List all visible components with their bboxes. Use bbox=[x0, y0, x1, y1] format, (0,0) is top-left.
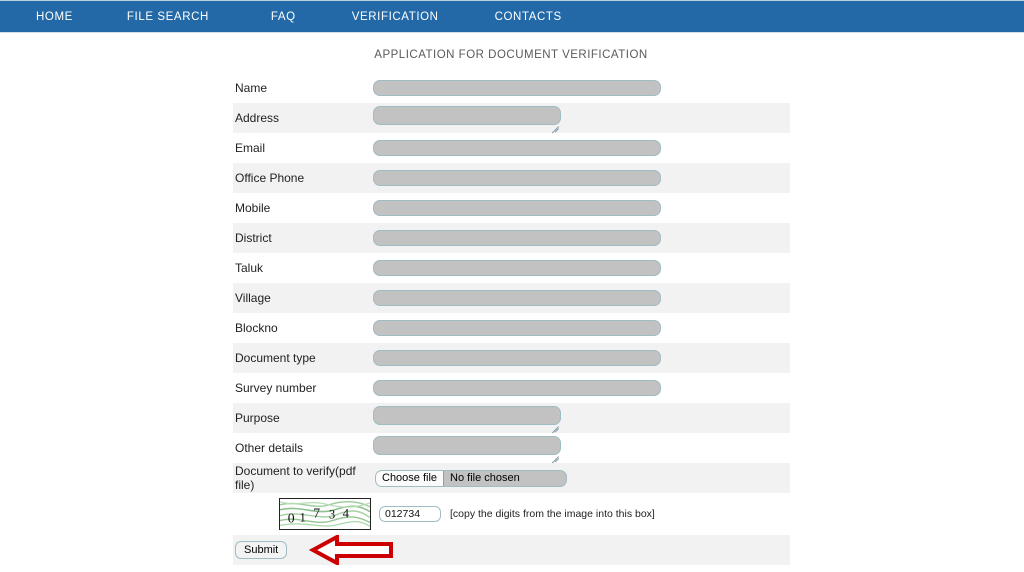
form-row-office-phone: Office Phone bbox=[233, 163, 790, 193]
form-row-village: Village bbox=[233, 283, 790, 313]
office-phone-input[interactable] bbox=[373, 170, 661, 186]
label-purpose: Purpose bbox=[235, 411, 280, 425]
svg-text:0: 0 bbox=[288, 510, 295, 525]
form-row-purpose: Purpose bbox=[233, 403, 790, 433]
label-mobile: Mobile bbox=[235, 201, 271, 215]
svg-text:7: 7 bbox=[313, 506, 320, 521]
form-row-email: Email bbox=[233, 133, 790, 163]
form-row-other-details: Other details bbox=[233, 433, 790, 463]
captcha-image: 0 1 7 3 4 bbox=[279, 498, 371, 530]
district-input[interactable] bbox=[373, 230, 661, 246]
label-address: Address bbox=[235, 111, 280, 125]
submit-button[interactable]: Submit bbox=[235, 540, 288, 560]
label-village: Village bbox=[235, 291, 271, 305]
captcha-hint-text: [copy the digits from the image into thi… bbox=[450, 508, 655, 520]
captcha-input[interactable] bbox=[379, 506, 441, 522]
label-email: Email bbox=[235, 141, 266, 155]
email-input[interactable] bbox=[373, 140, 661, 156]
mobile-input[interactable] bbox=[373, 200, 661, 216]
verification-form: Name Address Email Office Phone Mobile D… bbox=[233, 73, 790, 565]
survey-number-input[interactable] bbox=[373, 380, 661, 396]
purpose-textarea[interactable] bbox=[373, 406, 561, 425]
file-status-text: No file chosen bbox=[450, 472, 520, 484]
form-row-survey-number: Survey number bbox=[233, 373, 790, 403]
label-district: District bbox=[235, 231, 272, 245]
label-taluk: Taluk bbox=[235, 261, 264, 275]
choose-file-button[interactable]: Choose file bbox=[376, 470, 445, 486]
document-file-input[interactable]: Choose file No file chosen bbox=[375, 469, 568, 487]
nav-item-file-search[interactable]: FILE SEARCH bbox=[127, 11, 209, 23]
label-document-type: Document type bbox=[235, 351, 316, 365]
nav-item-home[interactable]: HOME bbox=[36, 11, 73, 23]
form-row-captcha: 0 1 7 3 4 [copy the digits from the imag… bbox=[233, 493, 790, 535]
label-blockno: Blockno bbox=[235, 321, 278, 335]
label-survey-number: Survey number bbox=[235, 381, 317, 395]
form-row-district: District bbox=[233, 223, 790, 253]
document-type-input[interactable] bbox=[373, 350, 661, 366]
svg-text:3: 3 bbox=[329, 508, 335, 522]
svg-text:4: 4 bbox=[343, 507, 350, 521]
svg-text:1: 1 bbox=[300, 510, 306, 524]
other-details-textarea[interactable] bbox=[373, 436, 561, 455]
form-row-name: Name bbox=[233, 73, 790, 103]
red-arrow-icon bbox=[309, 535, 395, 565]
label-office-phone: Office Phone bbox=[235, 171, 305, 185]
nav-item-contacts[interactable]: CONTACTS bbox=[495, 11, 562, 23]
form-row-blockno: Blockno bbox=[233, 313, 790, 343]
label-name: Name bbox=[235, 81, 268, 95]
main-navigation-bar: HOME FILE SEARCH FAQ VERIFICATION CONTAC… bbox=[0, 0, 1024, 33]
label-other-details: Other details bbox=[235, 441, 304, 455]
taluk-input[interactable] bbox=[373, 260, 661, 276]
form-row-taluk: Taluk bbox=[233, 253, 790, 283]
form-row-document-type: Document type bbox=[233, 343, 790, 373]
label-document-upload: Document to verify(pdf file) bbox=[235, 464, 356, 492]
form-row-address: Address bbox=[233, 103, 790, 133]
nav-item-faq[interactable]: FAQ bbox=[271, 11, 296, 23]
address-textarea[interactable] bbox=[373, 106, 561, 125]
form-row-submit: Submit bbox=[233, 535, 790, 565]
blockno-input[interactable] bbox=[373, 320, 661, 336]
page-title: APPLICATION FOR DOCUMENT VERIFICATION bbox=[374, 49, 648, 61]
name-input[interactable] bbox=[373, 80, 661, 96]
form-row-document-upload: Document to verify(pdf file) Choose file… bbox=[233, 463, 790, 493]
nav-item-verification[interactable]: VERIFICATION bbox=[352, 11, 439, 23]
form-row-mobile: Mobile bbox=[233, 193, 790, 223]
village-input[interactable] bbox=[373, 290, 661, 306]
